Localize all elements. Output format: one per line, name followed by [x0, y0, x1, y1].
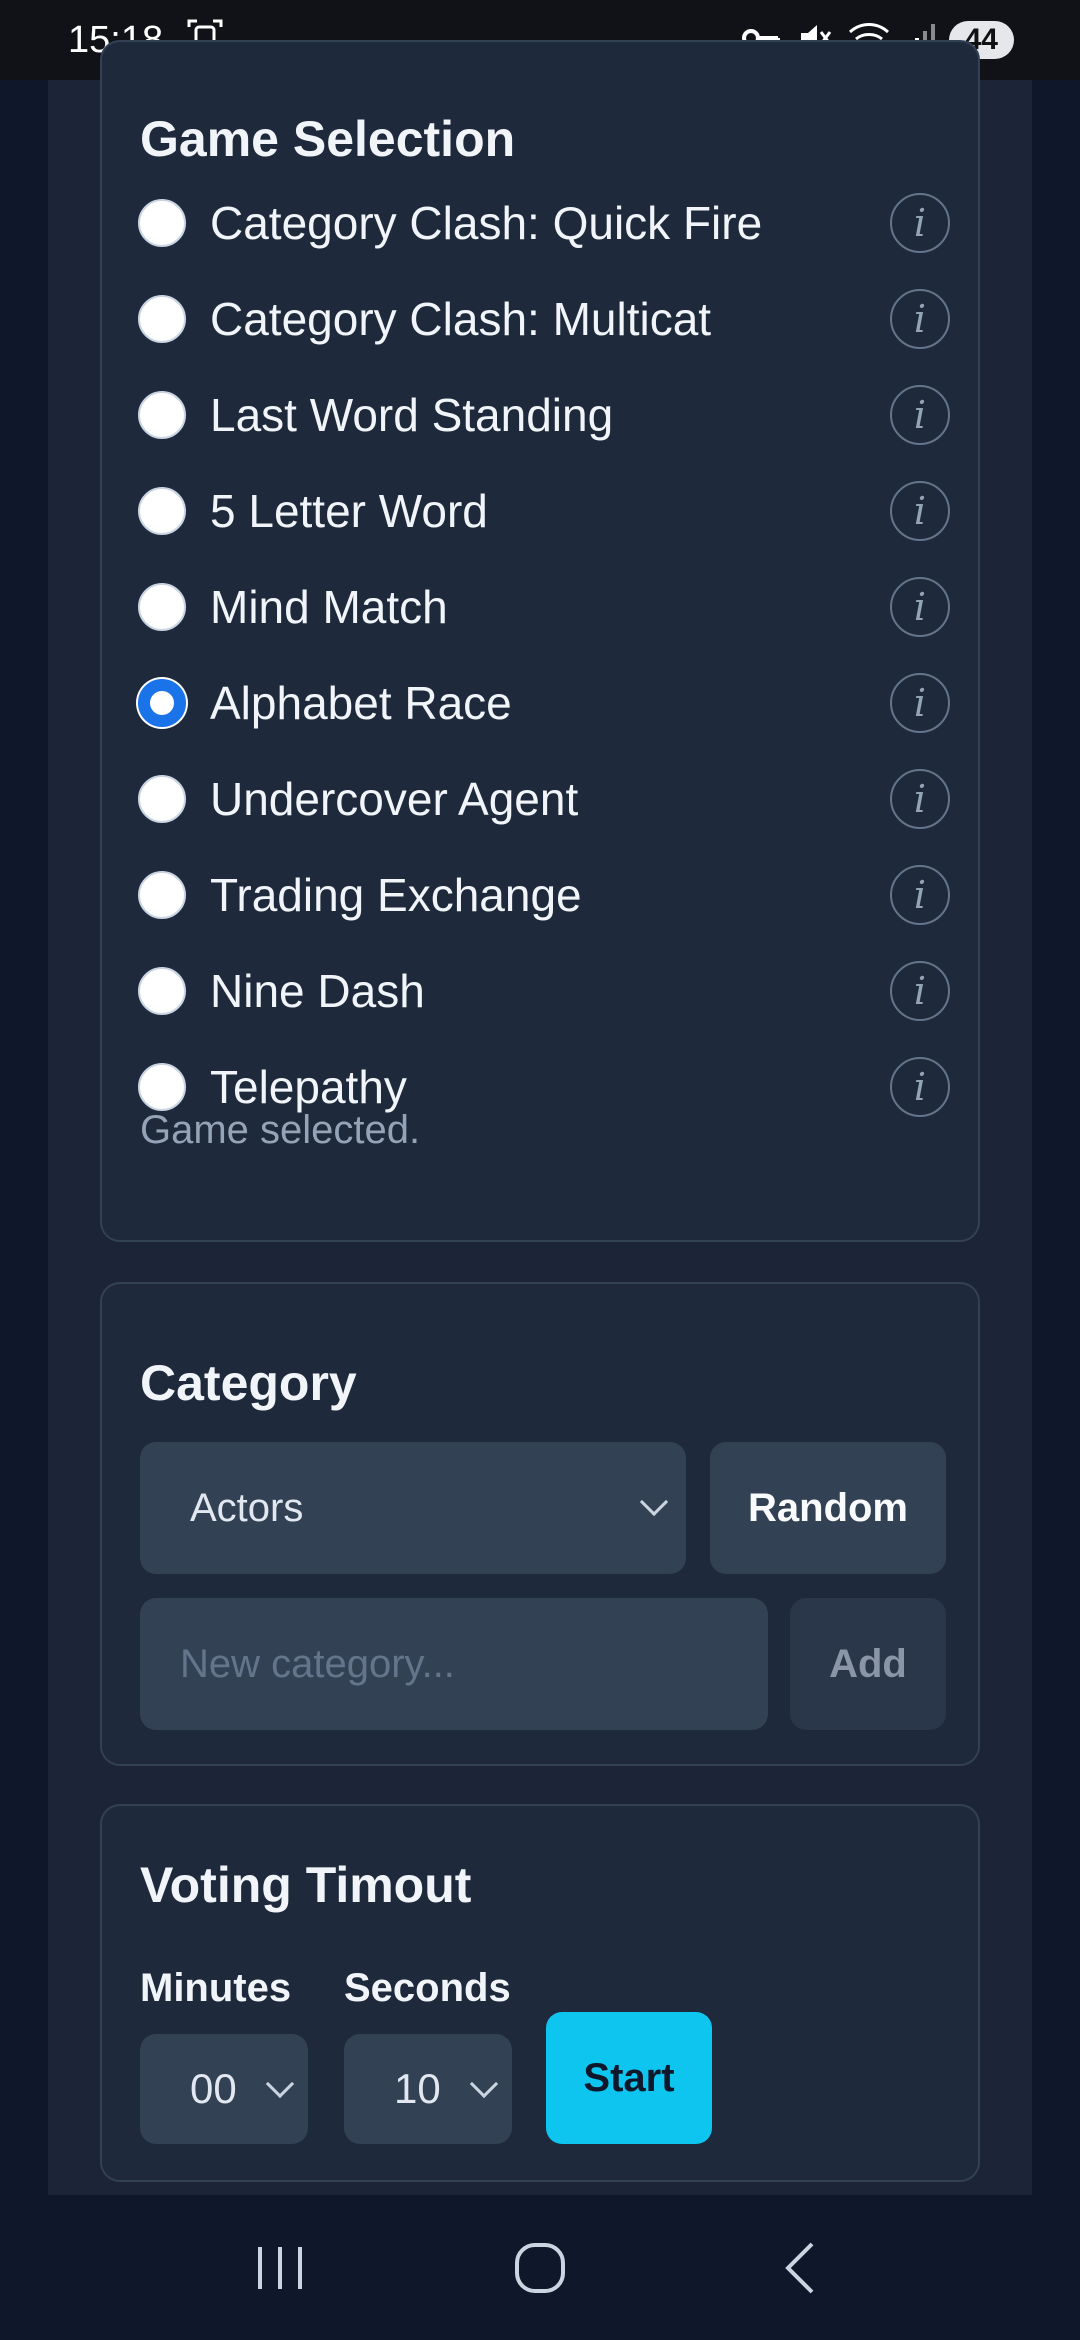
category-select[interactable]: Actors: [140, 1442, 686, 1574]
info-icon[interactable]: i: [890, 865, 950, 925]
radio-button[interactable]: [138, 487, 186, 535]
info-icon[interactable]: i: [890, 1057, 950, 1117]
random-button[interactable]: Random: [710, 1442, 946, 1574]
system-nav-bar: [0, 2195, 1080, 2340]
game-selection-title: Game Selection: [140, 111, 516, 167]
game-option-alphabet-race[interactable]: Alphabet Race i: [138, 655, 950, 751]
game-option-label: 5 Letter Word: [210, 485, 488, 537]
minutes-select[interactable]: 00: [140, 2034, 308, 2144]
seconds-label: Seconds: [344, 1966, 511, 2010]
info-icon[interactable]: i: [890, 481, 950, 541]
game-option-nine-dash[interactable]: Nine Dash i: [138, 943, 950, 1039]
radio-button[interactable]: [138, 391, 186, 439]
game-option-label: Last Word Standing: [210, 389, 614, 441]
game-option-label: Nine Dash: [210, 965, 425, 1017]
info-icon[interactable]: i: [890, 289, 950, 349]
info-icon[interactable]: i: [890, 385, 950, 445]
game-option-5-letter-word[interactable]: 5 Letter Word i: [138, 463, 950, 559]
chevron-down-icon: [639, 1487, 669, 1517]
home-button[interactable]: [495, 2223, 585, 2313]
radio-button[interactable]: [138, 583, 186, 631]
info-icon[interactable]: i: [890, 193, 950, 253]
game-option-mind-match[interactable]: Mind Match i: [138, 559, 950, 655]
radio-button[interactable]: [138, 295, 186, 343]
category-title: Category: [140, 1355, 357, 1411]
game-option-label: Category Clash: Quick Fire: [210, 197, 763, 249]
radio-button[interactable]: [138, 871, 186, 919]
minutes-label: Minutes: [140, 1966, 292, 2010]
game-option-trading-exchange[interactable]: Trading Exchange i: [138, 847, 950, 943]
category-card: Category Actors Random New category... A…: [100, 1282, 980, 1766]
minutes-value: 00: [190, 2065, 237, 2112]
start-button[interactable]: Start: [546, 2012, 712, 2144]
game-option-label: Alphabet Race: [210, 677, 512, 729]
radio-button-selected[interactable]: [138, 679, 186, 727]
info-icon[interactable]: i: [890, 673, 950, 733]
new-category-input[interactable]: New category...: [140, 1598, 768, 1730]
game-option-undercover-agent[interactable]: Undercover Agent i: [138, 751, 950, 847]
chevron-down-icon: [265, 2069, 295, 2099]
back-button[interactable]: [755, 2223, 845, 2313]
radio-button[interactable]: [138, 199, 186, 247]
game-list: Category Clash: Quick Fire i Category Cl…: [138, 175, 950, 1135]
game-option-label: Trading Exchange: [210, 869, 582, 921]
game-option-last-word-standing[interactable]: Last Word Standing i: [138, 367, 950, 463]
game-status-text: Game selected.: [140, 1108, 421, 1152]
radio-button[interactable]: [138, 1063, 186, 1111]
seconds-select[interactable]: 10: [344, 2034, 512, 2144]
radio-button[interactable]: [138, 967, 186, 1015]
category-select-value: Actors: [190, 1485, 304, 1530]
info-icon[interactable]: i: [890, 769, 950, 829]
game-option-label: Telepathy: [210, 1061, 407, 1113]
game-option-quick-fire[interactable]: Category Clash: Quick Fire i: [138, 175, 950, 271]
game-option-label: Undercover Agent: [210, 773, 579, 825]
voting-title: Voting Timout: [140, 1857, 472, 1913]
voting-timeout-card: Voting Timout Minutes Seconds 00 10 Star…: [100, 1804, 980, 2182]
game-option-label: Category Clash: Multicat: [210, 293, 712, 345]
app-container: Game Selection Category Clash: Quick Fir…: [48, 40, 1032, 2195]
info-icon[interactable]: i: [890, 577, 950, 637]
game-option-label: Mind Match: [210, 581, 448, 633]
info-icon[interactable]: i: [890, 961, 950, 1021]
game-option-multicat[interactable]: Category Clash: Multicat i: [138, 271, 950, 367]
radio-button[interactable]: [138, 775, 186, 823]
game-selection-card: Game Selection Category Clash: Quick Fir…: [100, 40, 980, 1242]
add-category-button[interactable]: Add: [790, 1598, 946, 1730]
chevron-down-icon: [469, 2069, 499, 2099]
seconds-value: 10: [394, 2065, 441, 2112]
recent-apps-button[interactable]: [235, 2223, 325, 2313]
